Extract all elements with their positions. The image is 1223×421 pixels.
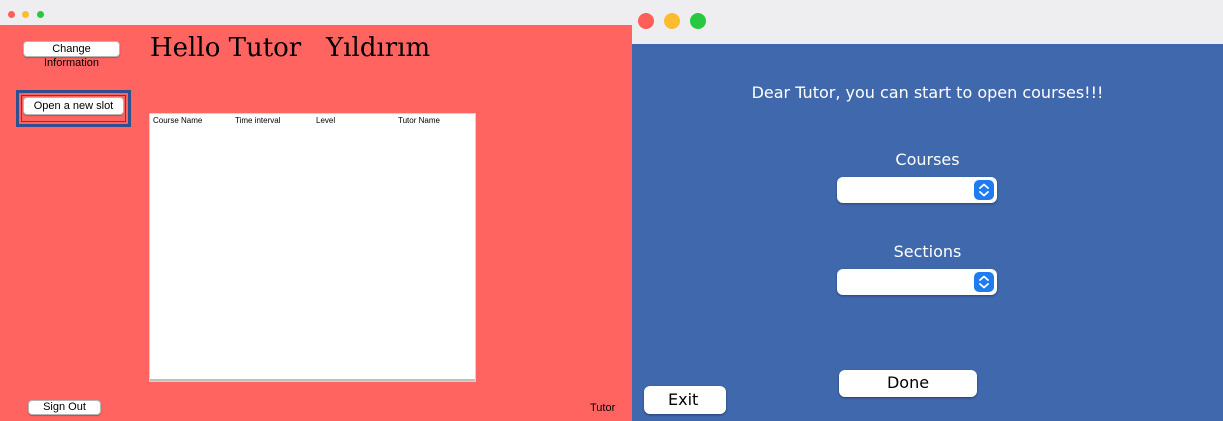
- change-information-button[interactable]: Change Information: [23, 41, 120, 69]
- table-bottom-border: [150, 379, 475, 381]
- close-window-button[interactable]: [8, 11, 15, 18]
- minimize-window-button[interactable]: [22, 11, 29, 18]
- open-course-window: Dear Tutor, you can start to open course…: [632, 0, 1223, 421]
- greeting-title: Hello Tutor Yıldırım: [150, 33, 431, 63]
- open-new-slot-button[interactable]: Open a new slot: [23, 97, 124, 115]
- updown-chevron-icon: [974, 272, 994, 292]
- sections-select[interactable]: [837, 269, 997, 295]
- courses-select[interactable]: [837, 177, 997, 203]
- courses-table[interactable]: Course Name Time interval Level Tutor Na…: [149, 113, 476, 382]
- column-header-level[interactable]: Level: [316, 116, 335, 125]
- sign-out-button[interactable]: Sign Out: [28, 400, 101, 415]
- zoom-window-button[interactable]: [37, 11, 44, 18]
- tutor-home-panel: Change Information Hello Tutor Yıldırım …: [0, 25, 632, 421]
- exit-button[interactable]: Exit: [644, 386, 726, 414]
- right-titlebar: [632, 0, 1223, 44]
- left-titlebar: [0, 0, 632, 25]
- table-header: Course Name Time interval Level Tutor Na…: [150, 114, 475, 127]
- role-label: Tutor: [590, 402, 616, 414]
- column-header-time-interval[interactable]: Time interval: [235, 116, 281, 125]
- updown-chevron-icon: [974, 180, 994, 200]
- sections-label: Sections: [893, 242, 962, 261]
- column-header-course-name[interactable]: Course Name: [153, 116, 202, 125]
- instruction-message: Dear Tutor, you can start to open course…: [751, 83, 1104, 102]
- done-button[interactable]: Done: [839, 370, 977, 397]
- close-window-button[interactable]: [638, 13, 654, 29]
- courses-label: Courses: [895, 150, 960, 169]
- minimize-window-button[interactable]: [664, 13, 680, 29]
- column-header-tutor-name[interactable]: Tutor Name: [398, 116, 440, 125]
- zoom-window-button[interactable]: [690, 13, 706, 29]
- tutor-home-window: Change Information Hello Tutor Yıldırım …: [0, 0, 632, 421]
